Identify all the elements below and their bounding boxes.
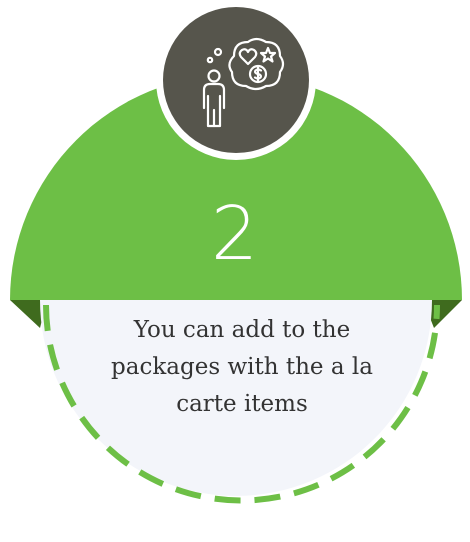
person-thinking-desires-icon [186,30,286,130]
step-number: 2 [210,191,260,277]
step-card: 2 You can add to the packages with the a… [0,0,470,542]
step-description: You can add to the packages with the a l… [111,317,373,417]
